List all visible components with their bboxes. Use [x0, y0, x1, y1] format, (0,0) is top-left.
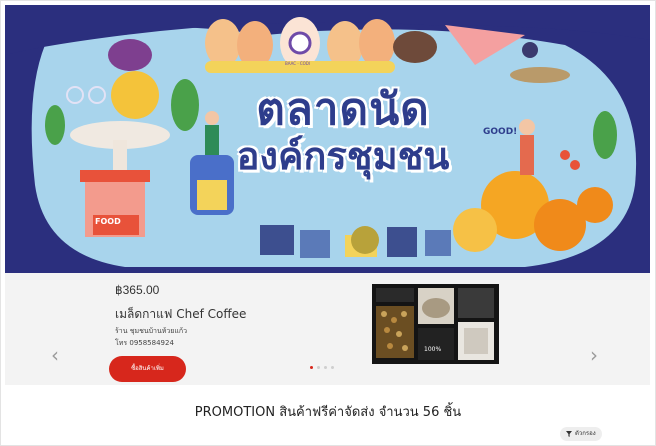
product-carousel: ‹ ฿365.00 เมล็ดกาแฟ Chef Coffee ร้าน ชุม…	[5, 273, 650, 385]
filter-button[interactable]: ตัวกรอง	[560, 427, 602, 441]
filter-label: ตัวกรอง	[575, 430, 596, 437]
banner-food-text: FOOD	[95, 217, 121, 226]
product-name[interactable]: เมล็ดกาแฟ Chef Coffee	[115, 305, 246, 324]
banner-title-line2: องค์กรชุมชน	[236, 134, 450, 179]
carousel-prev-icon[interactable]: ‹	[51, 343, 59, 367]
product-image[interactable]: 100%	[372, 284, 499, 364]
carousel-dots	[310, 366, 334, 369]
shop-name: ร้าน ชุมชนบ้านห้วยแก้ว	[115, 327, 188, 335]
buy-more-button[interactable]: ซื้อสินค้าเพิ่ม	[109, 356, 186, 382]
banner-title-line1: ตลาดนัด	[256, 84, 430, 135]
carousel-next-icon[interactable]: ›	[590, 343, 598, 367]
hero-banner[interactable]: ตลาดนัด องค์กรชุมชน GOOD! FOOD BAAC · CO…	[5, 5, 650, 273]
banner-good-text: GOOD!	[483, 127, 518, 137]
carousel-dot-4[interactable]	[331, 366, 334, 369]
carousel-dot-2[interactable]	[317, 366, 320, 369]
promotion-heading: PROMOTION สินค้าฟรีค่าจัดส่ง จำนวน 56 ชิ…	[194, 405, 462, 420]
filter-icon	[566, 431, 572, 437]
shop-phone: โทร 0958584924	[115, 339, 174, 347]
banner-title: ตลาดนัด องค์กรชุมชน	[223, 84, 463, 179]
carousel-dot-3[interactable]	[324, 366, 327, 369]
carousel-dot-1[interactable]	[310, 366, 313, 369]
product-image-caption: 100%	[424, 346, 442, 353]
banner-logo-text: BAAC · CODI	[285, 61, 311, 66]
product-price: ฿365.00	[115, 283, 160, 297]
